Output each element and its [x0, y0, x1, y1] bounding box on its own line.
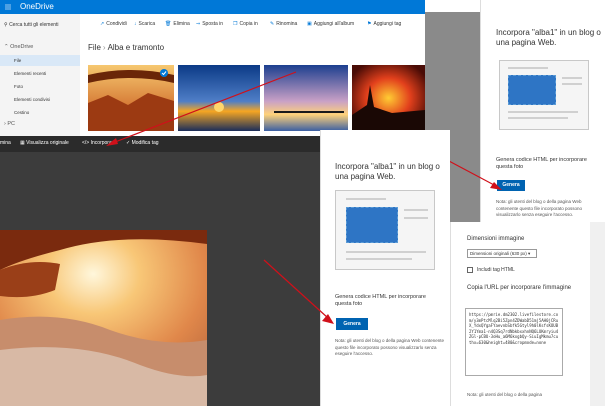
embed-code-textarea[interactable]: https://pmrie.dm2302.livefilestore.com/y…: [465, 308, 563, 376]
page-edge: [590, 222, 605, 406]
code-icon: </>: [82, 140, 91, 146]
download-button[interactable]: ↓ Scarica: [134, 21, 155, 27]
chevron-right-icon: ›: [4, 121, 6, 127]
photo-large-alba1: [0, 230, 207, 406]
copy-icon: ❐: [233, 21, 238, 27]
include-html-tag-label: Includi tag HTML: [477, 267, 515, 273]
app-launcher-icon[interactable]: [5, 4, 11, 10]
share-button[interactable]: ↗ Condividi: [100, 21, 127, 27]
sidebar-section-onedrive[interactable]: ⌃ OneDrive: [4, 44, 33, 50]
embed-panel-subtitle: Genera codice HTML per incorporare quest…: [335, 294, 426, 307]
add-tag-button[interactable]: ⚑ Aggiungi tag: [367, 21, 401, 27]
sidebar-item-photos[interactable]: Foto: [0, 81, 80, 92]
sidebar-item-shared[interactable]: Elementi condivisi: [0, 94, 80, 105]
move-to-button[interactable]: ⇒ Sposta in: [196, 21, 223, 27]
embed-panel-title: Incorpora "alba1" in un blog o una pagin…: [496, 28, 601, 47]
delete-button[interactable]: 🗑 Elimina: [165, 21, 190, 27]
embed-panel-note: Nota: gli utenti del blog o della pagina…: [335, 338, 444, 356]
rename-icon: ✎: [270, 21, 275, 27]
generate-button[interactable]: Genera: [336, 318, 368, 330]
embed-illustration-icon: [499, 60, 589, 130]
embed-panel-note: Nota: gli utenti del blog o della pagina…: [496, 199, 583, 217]
trash-icon: 🗑: [165, 21, 172, 27]
photo-thumbnail-alba1[interactable]: [88, 65, 174, 131]
breadcrumb-current: Alba e tramonto: [107, 43, 165, 52]
photo-thumbnail-4[interactable]: [352, 65, 425, 131]
embed-options-panel: Dimensioni immagine Dimensioni originali…: [450, 222, 590, 406]
search-box[interactable]: ⚲ Cerca tutti gli elementi: [0, 14, 80, 36]
download-icon: ↓: [134, 21, 137, 27]
move-icon: ⇒: [196, 21, 201, 27]
view-original-button[interactable]: ▦ Visualizza originale: [20, 140, 69, 146]
tag-icon: ⚑: [367, 21, 372, 27]
edit-tags-button[interactable]: ✓ Modifica tag: [126, 140, 159, 146]
sidebar: ⌃ OneDrive File Elementi recenti Foto El…: [0, 36, 80, 136]
rename-button[interactable]: ✎ Rinomina: [270, 21, 297, 27]
share-icon: ↗: [100, 21, 105, 27]
copy-url-label: Copia l'URL per incorporare l'immagine: [467, 285, 572, 291]
photo-thumbnail-2[interactable]: [178, 65, 260, 131]
search-input[interactable]: ⚲ Cerca tutti gli elementi: [4, 22, 59, 28]
chevron-down-icon: ▾: [528, 251, 531, 256]
embed-button[interactable]: </> Incorpora: [82, 140, 112, 146]
photo-thumbnail-3[interactable]: [264, 65, 348, 131]
sidebar-item-recent[interactable]: Elementi recenti: [0, 68, 80, 79]
chevron-down-icon: ⌃: [4, 44, 9, 50]
breadcrumb-separator-icon: ›: [102, 43, 106, 52]
embed-panel-subtitle: Genera codice HTML per incorporare quest…: [496, 157, 587, 170]
options-panel-note: Nota: gli utenti del blog o della pagina: [467, 392, 543, 397]
include-html-tag-checkbox[interactable]: [467, 267, 473, 273]
album-icon: ▣: [307, 21, 312, 27]
image-dimensions-label: Dimensioni immagine: [467, 236, 525, 242]
breadcrumb-root[interactable]: File: [88, 43, 101, 52]
sidebar-section-pc[interactable]: › PC: [4, 121, 15, 127]
sidebar-item-recycle-bin[interactable]: Cestino: [0, 107, 80, 118]
copy-to-button[interactable]: ❐ Copia in: [233, 21, 258, 27]
embed-illustration-icon: [335, 190, 435, 270]
app-title: OneDrive: [20, 2, 54, 11]
breadcrumb: File › Alba e tramonto: [88, 43, 164, 52]
embed-panel-front: Incorpora "alba1" in un blog o una pagin…: [320, 130, 450, 406]
delete-button[interactable]: mina: [0, 140, 11, 146]
image-dimensions-select[interactable]: Dimensioni originali (630 px) ▾: [467, 249, 537, 258]
generate-button[interactable]: Genera: [497, 180, 525, 191]
selected-check-icon[interactable]: [160, 69, 168, 77]
sidebar-item-file[interactable]: File: [0, 55, 80, 66]
embed-panel-title: Incorpora "alba1" in un blog o una pagin…: [335, 162, 440, 181]
title-bar: OneDrive: [0, 0, 425, 14]
add-to-album-button[interactable]: ▣ Aggiungi all'album: [307, 21, 354, 27]
embed-panel-back: Incorpora "alba1" in un blog o una pagin…: [480, 0, 605, 232]
